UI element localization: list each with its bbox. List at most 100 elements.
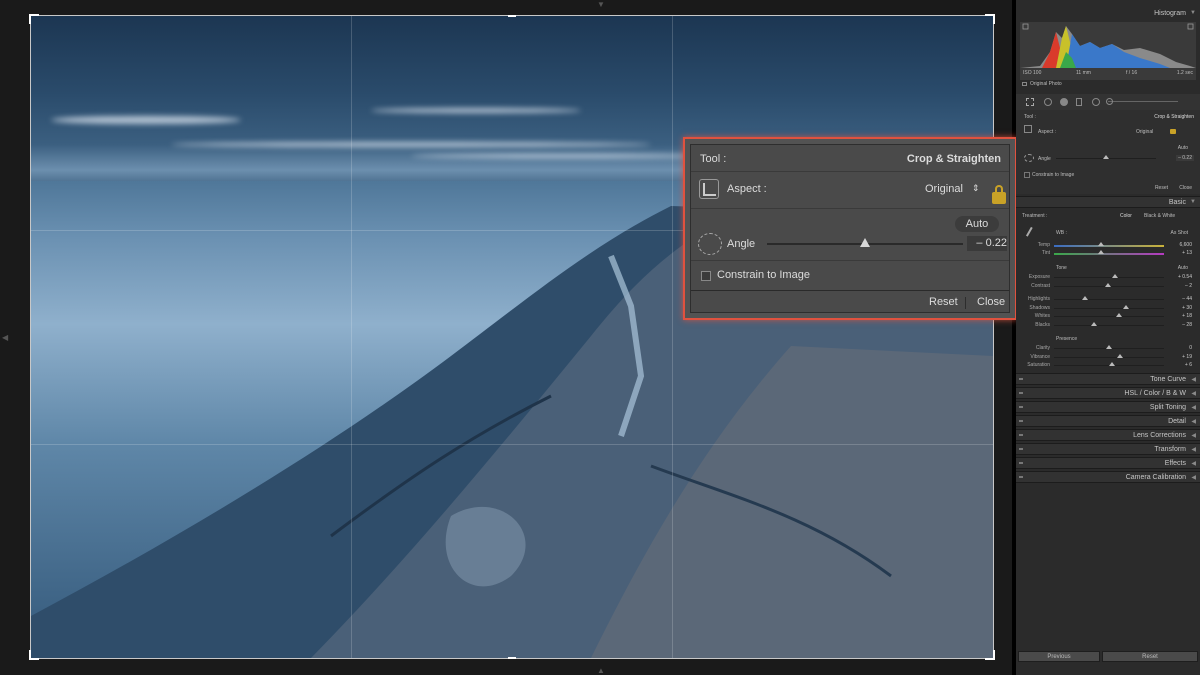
tone-slider-slider[interactable] <box>1054 277 1164 278</box>
tone-slider-value[interactable]: + 30 <box>1182 305 1192 311</box>
tint-value[interactable]: + 13 <box>1182 250 1192 256</box>
section-header[interactable]: Transform ◀ <box>1016 443 1200 455</box>
histogram[interactable]: ISO 100 11 mm f / 16 1.2 sec <box>1020 22 1196 80</box>
tone-slider-thumb[interactable] <box>1122 304 1129 309</box>
expand-triangle-icon[interactable]: ◀ <box>1191 418 1196 425</box>
panel-switch-icon[interactable] <box>1019 406 1023 408</box>
tone-auto-button[interactable]: Auto <box>1178 265 1188 271</box>
presence-slider-value[interactable]: + 19 <box>1182 354 1192 360</box>
tone-slider-slider[interactable] <box>1054 299 1164 300</box>
panel-switch-icon[interactable] <box>1019 420 1023 422</box>
tone-slider-slider[interactable] <box>1054 324 1164 326</box>
tone-slider-value[interactable]: – 44 <box>1182 296 1192 302</box>
crop-tool-icon[interactable] <box>1026 98 1034 106</box>
tone-slider-thumb[interactable] <box>1115 313 1122 317</box>
tone-slider-value[interactable]: – 28 <box>1182 322 1192 328</box>
presence-slider-thumb[interactable] <box>1117 353 1123 358</box>
angle-slider-thumb[interactable] <box>860 238 870 247</box>
tone-slider-value[interactable]: + 0.54 <box>1178 274 1192 280</box>
panel-angle-thumb[interactable] <box>1103 155 1109 159</box>
temp-value[interactable]: 6,600 <box>1179 242 1192 248</box>
panel-aspect-select[interactable]: Original <box>1136 129 1153 135</box>
tint-thumb[interactable] <box>1098 250 1104 254</box>
treatment-bw-button[interactable]: Black & White <box>1144 213 1175 219</box>
tone-slider-thumb[interactable] <box>1081 296 1088 300</box>
panel-auto-button[interactable]: Auto <box>1178 145 1188 151</box>
previous-button[interactable]: Previous <box>1018 651 1100 662</box>
close-button[interactable]: Close <box>977 296 1005 308</box>
panel-switch-icon[interactable] <box>1019 378 1023 380</box>
original-photo-checkbox[interactable] <box>1022 82 1027 86</box>
expand-triangle-icon[interactable]: ◀ <box>1191 404 1196 411</box>
seascape-photo[interactable] <box>31 16 993 658</box>
expand-triangle-icon[interactable]: ◀ <box>1191 460 1196 467</box>
adjustment-brush-icon[interactable] <box>1106 98 1113 105</box>
expand-triangle-icon[interactable]: ◀ <box>1191 432 1196 439</box>
section-header[interactable]: Camera Calibration ◀ <box>1016 471 1200 483</box>
section-header[interactable]: HSL / Color / B & W ◀ <box>1016 387 1200 399</box>
image-canvas[interactable]: ▼ ▲ ◀ <box>0 0 1012 675</box>
presence-slider-value[interactable]: 0 <box>1189 345 1192 351</box>
panel-reset-bottom-button[interactable]: Reset <box>1102 651 1198 662</box>
panel-reset-button[interactable]: Reset <box>1155 185 1168 191</box>
tone-slider-slider[interactable] <box>1054 307 1164 309</box>
crop-frame-icon[interactable] <box>699 179 719 199</box>
collapse-bottom-arrow-icon[interactable]: ▲ <box>597 666 605 675</box>
section-header[interactable]: Split Toning ◀ <box>1016 401 1200 413</box>
collapse-top-arrow-icon[interactable]: ▼ <box>597 0 605 9</box>
tone-slider-value[interactable]: – 2 <box>1185 283 1192 289</box>
panel-lock-icon[interactable] <box>1170 129 1176 134</box>
panel-switch-icon[interactable] <box>1019 476 1023 478</box>
tint-slider[interactable] <box>1054 253 1164 255</box>
aspect-select[interactable]: Original <box>925 183 963 195</box>
tone-slider-value[interactable]: + 18 <box>1182 313 1192 319</box>
red-eye-icon[interactable] <box>1060 98 1068 106</box>
histogram-header[interactable]: Histogram ▼ <box>1016 8 1200 20</box>
presence-slider-value[interactable]: + 6 <box>1185 362 1192 368</box>
collapse-left-arrow-icon[interactable]: ◀ <box>2 333 8 342</box>
basic-header[interactable]: Basic ▼ <box>1016 196 1200 208</box>
tone-slider-thumb[interactable] <box>1111 274 1118 278</box>
expand-triangle-icon[interactable]: ◀ <box>1191 376 1196 383</box>
tone-slider-thumb[interactable] <box>1104 282 1111 287</box>
section-header[interactable]: Lens Corrections ◀ <box>1016 429 1200 441</box>
panel-switch-icon[interactable] <box>1019 434 1023 436</box>
aspect-chevron-icon[interactable]: ⇕ <box>972 183 980 194</box>
tone-slider-thumb[interactable] <box>1090 321 1097 326</box>
presence-slider-thumb[interactable] <box>1106 345 1112 349</box>
angle-value-field[interactable]: – 0.22 <box>967 236 1007 251</box>
panel-angle-value[interactable]: – 0.22 <box>1176 155 1194 161</box>
temp-thumb[interactable] <box>1098 242 1104 246</box>
panel-crop-frame-icon[interactable] <box>1024 125 1032 133</box>
constrain-checkbox[interactable] <box>701 271 711 281</box>
collapse-triangle-icon[interactable]: ▼ <box>1190 199 1196 205</box>
temp-slider[interactable] <box>1054 245 1164 247</box>
spot-removal-icon[interactable] <box>1044 98 1052 106</box>
panel-switch-icon[interactable] <box>1019 448 1023 450</box>
expand-triangle-icon[interactable]: ◀ <box>1191 474 1196 481</box>
section-header[interactable]: Effects ◀ <box>1016 457 1200 469</box>
aspect-lock-icon[interactable] <box>992 185 1006 204</box>
panel-switch-icon[interactable] <box>1019 392 1023 394</box>
reset-button[interactable]: Reset <box>929 296 958 308</box>
panel-level-icon[interactable] <box>1024 154 1034 162</box>
wb-select[interactable]: As Shot <box>1170 230 1188 236</box>
presence-slider-thumb[interactable] <box>1109 362 1116 366</box>
brush-slider[interactable] <box>1108 101 1178 102</box>
panel-constrain-checkbox[interactable] <box>1024 172 1030 178</box>
panel-switch-icon[interactable] <box>1019 462 1023 464</box>
presence-slider-slider[interactable] <box>1054 356 1164 358</box>
expand-triangle-icon[interactable]: ◀ <box>1191 390 1196 397</box>
tone-slider-slider[interactable] <box>1054 316 1164 317</box>
graduated-filter-icon[interactable] <box>1076 98 1082 106</box>
expand-triangle-icon[interactable]: ◀ <box>1191 446 1196 453</box>
collapse-triangle-icon[interactable]: ▼ <box>1190 10 1196 16</box>
straighten-level-icon[interactable] <box>698 233 722 255</box>
auto-straighten-button[interactable]: Auto <box>955 216 999 232</box>
radial-filter-icon[interactable] <box>1092 98 1100 106</box>
section-header[interactable]: Detail ◀ <box>1016 415 1200 427</box>
panel-close-button[interactable]: Close <box>1179 185 1192 191</box>
section-header[interactable]: Tone Curve ◀ <box>1016 373 1200 385</box>
wb-eyedropper-icon[interactable] <box>1025 226 1038 240</box>
treatment-color-button[interactable]: Color <box>1120 213 1132 219</box>
